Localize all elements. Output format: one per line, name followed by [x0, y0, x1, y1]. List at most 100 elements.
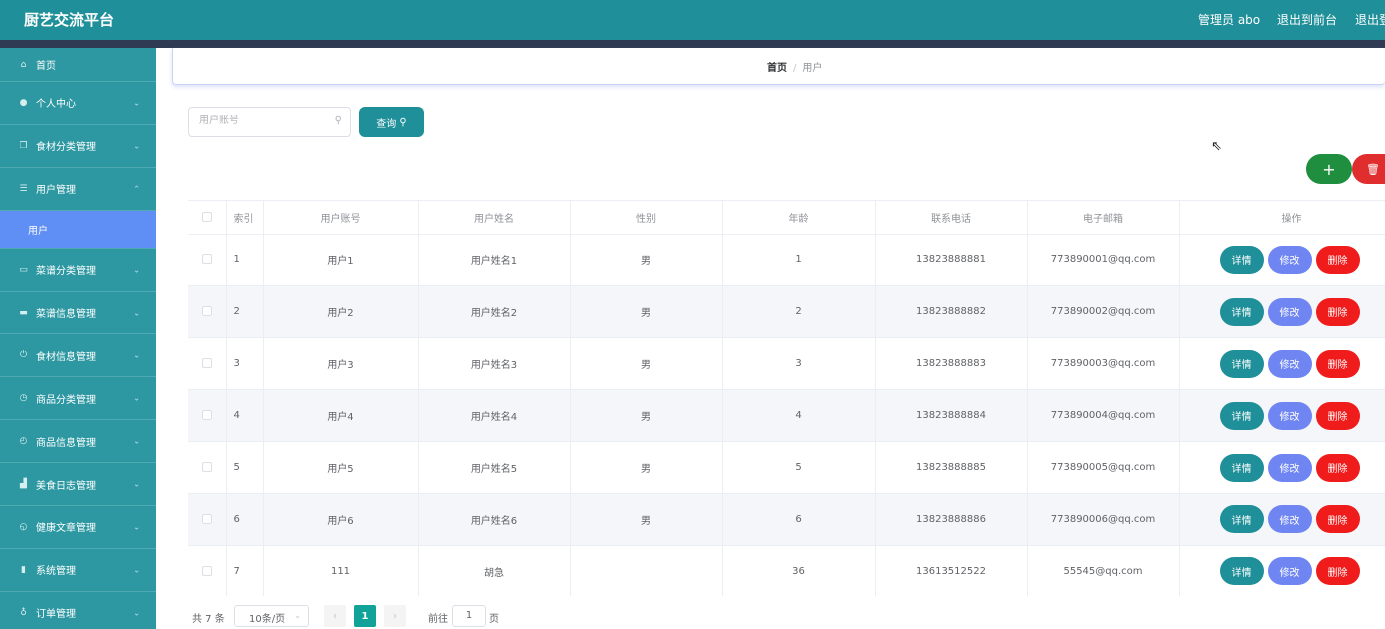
cell-email: 773890006@qq.com: [1027, 493, 1180, 546]
cell-index: 7: [226, 545, 264, 596]
edit-button[interactable]: 修改: [1267, 245, 1312, 274]
breadcrumb-current: 用户: [802, 63, 823, 74]
chevron-left-icon: ‹: [333, 610, 337, 622]
row-select-cell[interactable]: [188, 493, 227, 546]
detail-button[interactable]: 详情: [1219, 349, 1264, 378]
column-header: 联系电话: [875, 201, 1028, 235]
edit-button[interactable]: 修改: [1267, 401, 1312, 430]
add-button[interactable]: +: [1306, 154, 1352, 184]
delete-button[interactable]: 删除: [1315, 297, 1360, 326]
chevron-down-icon: ⌄: [133, 265, 140, 275]
batch-delete-button[interactable]: 🗑: [1352, 154, 1385, 184]
next-page-button[interactable]: ›: [384, 605, 406, 627]
search-input[interactable]: [199, 115, 329, 126]
sidebar-item-users[interactable]: ☰ 用户管理 ⌃: [0, 168, 156, 211]
row-select-cell[interactable]: [188, 389, 227, 443]
row-select-cell[interactable]: [188, 285, 227, 339]
detail-button[interactable]: 详情: [1219, 453, 1264, 482]
sidebar-item-product-info[interactable]: ◴ 商品信息管理 ⌄: [0, 420, 156, 464]
row-checkbox[interactable]: [201, 565, 212, 576]
sidebar-item-ingredient-category[interactable]: ❐ 食材分类管理 ⌄: [0, 125, 156, 168]
table-row: 7 111 胡急 36 13613512522 55545@qq.com 详情 修改 删除: [188, 545, 1385, 596]
cell-email: 773890004@qq.com: [1027, 389, 1180, 443]
cell-email: 773890003@qq.com: [1027, 337, 1180, 391]
clock-icon: ◷: [19, 393, 28, 404]
breadcrumb-home[interactable]: 首页: [767, 63, 787, 74]
cell-index: 4: [226, 389, 264, 443]
chevron-down-icon: ⌄: [133, 98, 140, 108]
goto-page-input[interactable]: 1: [452, 605, 486, 627]
row-checkbox[interactable]: [201, 462, 212, 472]
power-icon: ⏻: [19, 350, 28, 361]
delete-button[interactable]: 删除: [1315, 401, 1360, 430]
edit-button[interactable]: 修改: [1267, 349, 1312, 378]
sidebar-item-food-log[interactable]: ▟ 美食日志管理 ⌄: [0, 463, 156, 507]
cell-age: 4: [722, 389, 876, 443]
edit-button[interactable]: 修改: [1267, 453, 1312, 482]
chevron-down-icon: ⌄: [133, 436, 140, 446]
row-checkbox[interactable]: [201, 358, 212, 369]
delete-button[interactable]: 删除: [1315, 349, 1360, 378]
page-number-button[interactable]: 1: [354, 605, 376, 627]
sidebar-subitem-user[interactable]: 用户: [0, 210, 156, 249]
sidebar-item-label: 食材信息管理: [36, 351, 96, 363]
cell-email: 773890002@qq.com: [1027, 285, 1180, 339]
sidebar-item-recipe-info[interactable]: ▬ 菜谱信息管理 ⌄: [0, 292, 156, 335]
detail-button[interactable]: 详情: [1219, 245, 1264, 274]
detail-button[interactable]: 详情: [1219, 557, 1264, 586]
row-actions: 详情 修改 删除: [1179, 493, 1385, 546]
row-select-cell[interactable]: [188, 234, 227, 287]
sidebar-item-ingredient-info[interactable]: ⏻ 食材信息管理 ⌄: [0, 334, 156, 378]
goto-label: 前往: [428, 614, 448, 625]
query-button[interactable]: 查询 ⚲: [359, 107, 424, 137]
cell-age: 3: [722, 337, 876, 391]
table-row: 1 用户1 用户姓名1 男 1 13823888881 773890001@qq.com 详情…: [188, 234, 1385, 287]
cell-account: 用户5: [263, 441, 419, 494]
row-checkbox[interactable]: [201, 254, 212, 265]
delete-button[interactable]: 删除: [1315, 245, 1360, 274]
search-field[interactable]: ⚲: [188, 107, 351, 137]
sidebar-item-personal[interactable]: ● 个人中心 ⌄: [0, 82, 156, 125]
page-size-select[interactable]: 10条/页 ⌄: [234, 605, 309, 627]
list-icon: ☰: [19, 183, 28, 194]
row-select-cell[interactable]: [188, 337, 227, 391]
edit-button[interactable]: 修改: [1267, 505, 1312, 534]
sidebar-item-recipe-category[interactable]: ▭ 菜谱分类管理 ⌄: [0, 249, 156, 292]
table-row: 3 用户3 用户姓名3 男 3 13823888883 773890003@qq.com 详情…: [188, 337, 1385, 391]
trash-icon: 🗑: [1366, 162, 1380, 176]
sidebar-item-home[interactable]: ⌂ 首页: [0, 48, 156, 82]
edit-button[interactable]: 修改: [1267, 557, 1312, 586]
delete-button[interactable]: 删除: [1315, 557, 1360, 586]
select-all-cell[interactable]: [188, 201, 227, 235]
compass-icon: ◴: [19, 436, 28, 447]
chevron-down-icon: ⌄: [133, 350, 140, 360]
cell-account: 用户4: [263, 389, 419, 443]
sidebar-item-label: 菜谱分类管理: [36, 266, 96, 278]
sidebar-item-health-article[interactable]: ◵ 健康文章管理 ⌄: [0, 506, 156, 549]
delete-button[interactable]: 删除: [1315, 453, 1360, 482]
prev-page-button[interactable]: ‹: [324, 605, 346, 627]
exit-to-front-link[interactable]: 退出到前台: [1277, 11, 1337, 28]
logout-link[interactable]: 退出登: [1355, 11, 1385, 28]
thumb-icon: ▟: [20, 479, 27, 490]
row-checkbox[interactable]: [201, 306, 212, 317]
row-select-cell[interactable]: [188, 545, 227, 596]
sidebar-item-label: 健康文章管理: [36, 523, 96, 535]
edit-button[interactable]: 修改: [1267, 297, 1312, 326]
sidebar-item-label: 个人中心: [36, 99, 76, 111]
detail-button[interactable]: 详情: [1219, 297, 1264, 326]
row-checkbox[interactable]: [201, 513, 212, 524]
detail-button[interactable]: 详情: [1219, 505, 1264, 534]
row-checkbox[interactable]: [201, 410, 212, 421]
delete-button[interactable]: 删除: [1315, 505, 1360, 534]
chevron-down-icon: ⌄: [133, 522, 140, 532]
detail-button[interactable]: 详情: [1219, 401, 1264, 430]
select-all-checkbox[interactable]: [201, 211, 212, 222]
chevron-down-icon: ⌄: [133, 141, 140, 151]
chevron-down-icon: ⌄: [294, 611, 301, 620]
cell-email: 773890005@qq.com: [1027, 441, 1180, 494]
sidebar-item-orders[interactable]: ♁ 订单管理 ⌄: [0, 592, 156, 629]
sidebar-item-system[interactable]: ▮ 系统管理 ⌄: [0, 549, 156, 592]
row-select-cell[interactable]: [188, 441, 227, 494]
sidebar-item-product-category[interactable]: ◷ 商品分类管理 ⌄: [0, 377, 156, 421]
